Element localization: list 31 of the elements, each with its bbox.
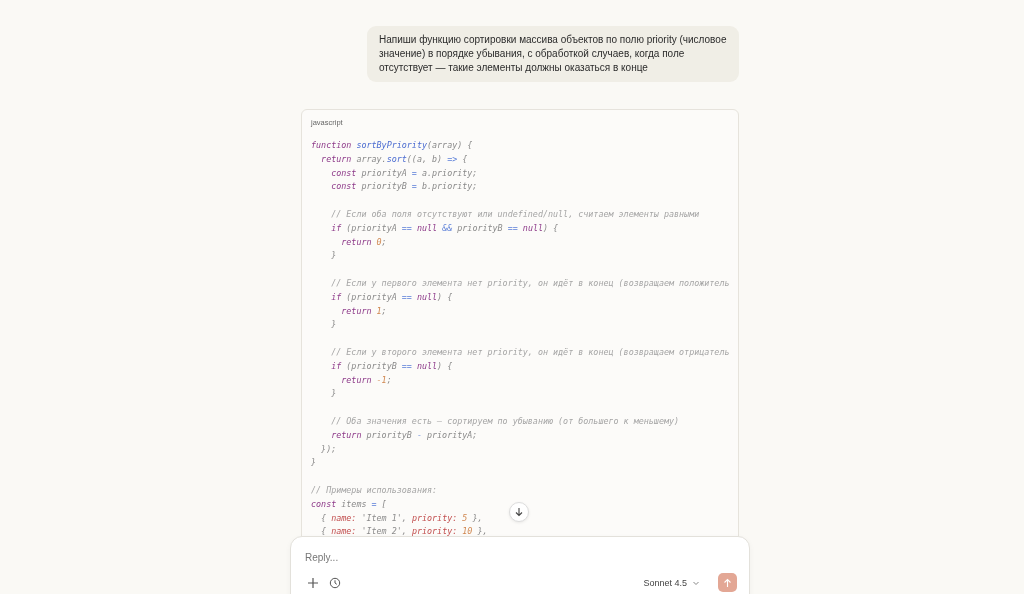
code-line: return priorityB - priorityA; — [330, 428, 478, 442]
code-line: return 0; — [340, 235, 387, 249]
code-line: // Если у первого элемента нет priority, он идёт в конец (возвращаем положитель — [330, 276, 730, 290]
code-line: // Примеры использования: — [311, 483, 438, 497]
plus-icon[interactable] — [307, 576, 319, 589]
code-line: // Если у второго элемента нет priority, он идёт в конец (возвращаем отрицатель — [330, 345, 730, 359]
down-arrow-icon — [514, 507, 524, 517]
clock-icon[interactable] — [329, 576, 341, 589]
code-line: if (priorityA == null && priorityB == null) { — [330, 221, 559, 235]
code-line: return array.sort((a, b) => { — [320, 152, 468, 166]
code-line: function sortByPriority(array) { — [311, 139, 473, 152]
code-line: { name: 'Item 1', priority: 5 }, — [320, 511, 483, 525]
code-line: if (priorityB == null) { — [330, 359, 453, 373]
code-line: // Если оба поля отсутствуют или undefined/null, считаем элементы равными — [330, 208, 700, 221]
user-message: Напиши функцию сортировки массива объектов по полю priority (числовое значение) в порядке убывания, с обработкой случаев, когда поле отсутствует — такие элементы должны оказаться в конце — [367, 26, 739, 82]
code-line: } — [311, 456, 317, 470]
code-line: return 1; — [340, 304, 387, 318]
code-line: } — [330, 249, 337, 263]
code-line: } — [330, 387, 337, 401]
code-line: const priorityB = b.priority; — [330, 180, 478, 194]
code-line: { name: 'Item 2', priority: 10 }, — [320, 525, 488, 539]
code-line: const priorityA = a.priority; — [330, 166, 478, 180]
reply-input[interactable]: Reply... — [303, 549, 607, 566]
code-line: } — [330, 318, 337, 332]
code-line: // Оба значения есть — сортируем по убыванию (от большего к меньшему) — [330, 414, 680, 428]
code-line: return -1; — [340, 373, 392, 387]
model-selector[interactable]: Sonnet 4.5 — [641, 575, 702, 590]
code-line: if (priorityA == null) { — [330, 290, 453, 304]
code-line: const items = [ — [311, 497, 387, 511]
code-line: }); — [320, 442, 337, 456]
up-arrow-icon — [723, 577, 732, 588]
